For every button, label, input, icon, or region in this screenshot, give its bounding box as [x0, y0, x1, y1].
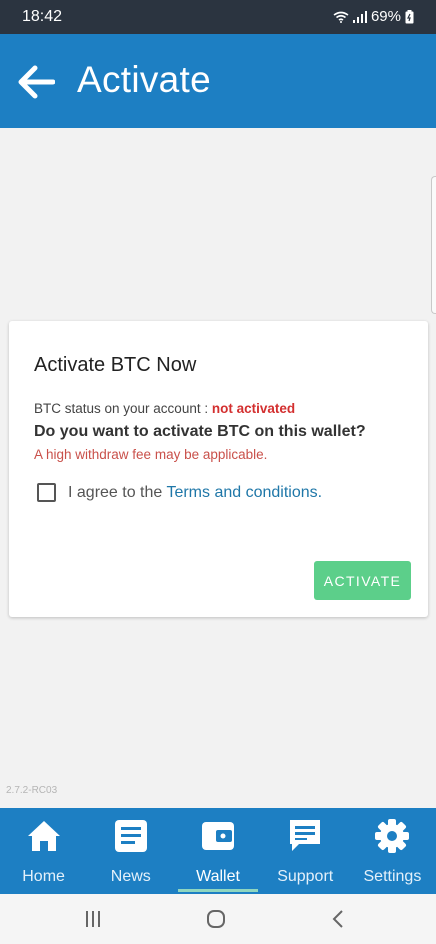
nav-wallet[interactable]: Wallet [174, 808, 261, 894]
system-nav-bar [0, 894, 436, 944]
terms-agreement: I agree to the Terms and conditions. [37, 483, 322, 502]
nav-settings[interactable]: Settings [349, 808, 436, 894]
card-title: Activate BTC Now [34, 354, 197, 376]
battery-percent: 69% [370, 8, 401, 25]
home-system-button[interactable] [203, 907, 229, 931]
status-bar: 18:42 69% [0, 0, 436, 34]
terms-checkbox[interactable] [37, 483, 56, 502]
signal-icon [352, 10, 367, 23]
chevron-left-icon [332, 910, 343, 928]
fee-warning: A high withdraw fee may be applicable. [34, 447, 268, 462]
terms-link[interactable]: Terms and conditions. [166, 484, 322, 501]
nav-home-label: Home [22, 868, 65, 885]
bottom-nav: Home News Wallet Support Settings [0, 808, 436, 894]
home-circle-icon [207, 910, 225, 928]
wallet-icon [200, 818, 236, 854]
app-bar: Activate [0, 34, 436, 128]
back-system-button[interactable] [325, 907, 351, 931]
activate-button[interactable]: ACTIVATE [314, 561, 411, 600]
status-label: BTC status on your account : [34, 401, 212, 416]
support-icon [287, 818, 323, 854]
nav-support[interactable]: Support [262, 808, 349, 894]
app-version: 2.7.2-RC03 [6, 785, 58, 796]
page-title: Activate [77, 59, 212, 100]
status-icons: 69% [333, 8, 414, 25]
nav-wallet-label: Wallet [196, 868, 240, 885]
settings-icon [374, 818, 410, 854]
activation-question: Do you want to activate BTC on this wall… [34, 423, 366, 440]
nav-home[interactable]: Home [0, 808, 87, 894]
home-icon [26, 818, 62, 854]
nav-support-label: Support [277, 868, 334, 885]
status-time: 18:42 [22, 8, 63, 25]
back-button[interactable] [14, 60, 58, 104]
news-icon [114, 818, 148, 854]
main-content: Activate BTC Now BTC status on your acco… [0, 128, 436, 808]
nav-news[interactable]: News [87, 808, 174, 894]
recent-apps-button[interactable] [80, 907, 106, 931]
agree-prefix: I agree to the [68, 483, 167, 501]
recent-apps-icon [86, 911, 100, 927]
nav-news-label: News [110, 868, 151, 885]
edge-panel-handle[interactable] [431, 176, 436, 314]
battery-icon [405, 9, 414, 23]
status-line: BTC status on your account : not activat… [34, 401, 295, 416]
wifi-icon [333, 11, 349, 23]
status-value: not activated [211, 401, 296, 416]
agree-text: I agree to the Terms and conditions. [68, 484, 322, 502]
arrow-left-icon [18, 65, 55, 99]
activate-card: Activate BTC Now BTC status on your acco… [9, 321, 428, 617]
nav-settings-label: Settings [363, 868, 422, 885]
